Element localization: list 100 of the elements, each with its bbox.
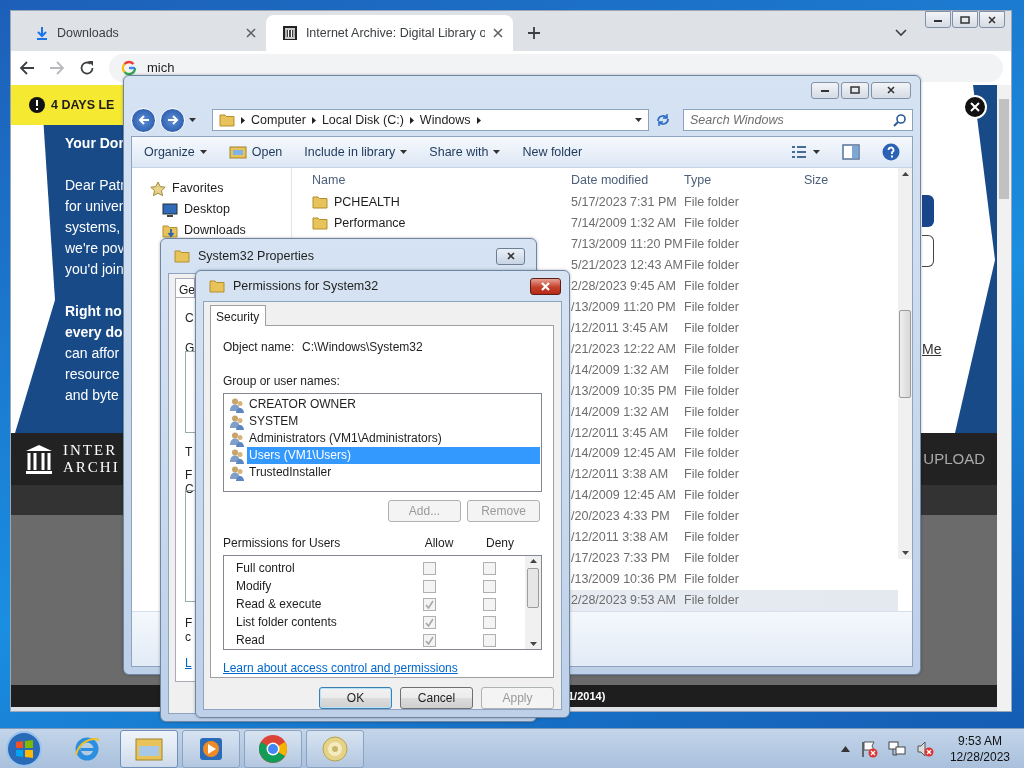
upload-link[interactable]: UPLOAD (923, 447, 985, 471)
archive-logo-text[interactable]: ARCHI (63, 459, 120, 476)
checkbox[interactable] (483, 561, 496, 575)
maximize-button[interactable] (841, 81, 869, 99)
nav-item[interactable]: Favorites (172, 179, 224, 198)
breadcrumb-item[interactable]: Windows (419, 110, 471, 130)
column-header[interactable]: Type (684, 172, 712, 187)
maximize-button[interactable] (952, 11, 978, 28)
file-type: File folder (684, 572, 739, 587)
user-item[interactable]: CREATOR OWNER (247, 396, 540, 413)
checkbox[interactable] (423, 615, 436, 629)
breadcrumb-arrow-icon[interactable] (241, 116, 245, 124)
help-link[interactable]: Learn about access control and permissions (223, 659, 458, 677)
dialog-button[interactable]: OK (319, 687, 392, 709)
file-name[interactable]: Performance (334, 214, 406, 233)
search-box[interactable]: Search Windows (683, 109, 913, 131)
checkbox[interactable] (423, 561, 436, 575)
column-header[interactable]: Date modified (571, 172, 649, 187)
toolbar-button[interactable]: Share with (429, 142, 501, 162)
address-bar[interactable]: Computer Local Disk (C:) Windows (212, 109, 649, 131)
back-icon[interactable] (19, 60, 35, 76)
taskbar-button[interactable] (244, 729, 302, 768)
taskbar-button[interactable] (182, 729, 240, 768)
close-button[interactable] (979, 11, 1005, 28)
maximize-icon (960, 15, 970, 24)
caret-icon[interactable] (635, 118, 642, 122)
column-header[interactable]: Size (804, 172, 829, 187)
donate-button[interactable] (922, 195, 934, 227)
search-icon[interactable] (893, 113, 906, 127)
start-button[interactable] (4, 728, 44, 768)
toolbar-button[interactable]: New folder (522, 142, 583, 162)
breadcrumb-arrow-icon[interactable] (311, 116, 316, 124)
users-icon (229, 430, 245, 447)
preview-pane-icon[interactable] (842, 144, 860, 160)
breadcrumb-item[interactable]: Local Disk (C:) (321, 110, 404, 130)
checkbox[interactable] (423, 579, 436, 593)
help-icon[interactable] (882, 143, 900, 161)
caret-icon[interactable] (189, 118, 196, 122)
forward-button[interactable] (160, 107, 185, 133)
toolbar-button[interactable]: Include in library (304, 142, 408, 162)
scrollbar[interactable] (898, 168, 912, 559)
nav-item[interactable]: Downloads (184, 221, 246, 240)
user-list[interactable]: CREATOR OWNER SYSTEM Administrators (VM1\Administrators) Users (VM1\Users) TrustedInstaller (223, 393, 542, 492)
user-item[interactable]: TrustedInstaller (247, 464, 540, 481)
reload-icon[interactable] (79, 60, 95, 76)
network-icon[interactable] (887, 739, 906, 758)
file-name[interactable]: PCHEALTH (334, 193, 400, 212)
close-tab-icon[interactable] (493, 28, 503, 38)
tab-search-icon[interactable] (895, 29, 907, 37)
checkbox[interactable] (483, 579, 496, 593)
taskbar-button[interactable] (120, 729, 178, 768)
close-button[interactable] (530, 277, 561, 295)
browser-tab[interactable]: Internet Archive: Digital Library o (266, 15, 513, 51)
date-modified: /13/2009 10:36 PM (571, 572, 677, 587)
user-item[interactable]: Administrators (VM1\Administrators) (247, 430, 540, 447)
minimize-button[interactable] (811, 81, 839, 99)
checkbox[interactable] (423, 597, 436, 611)
users-icon (229, 396, 245, 413)
checkbox[interactable] (423, 633, 436, 647)
close-tab-icon[interactable] (246, 28, 256, 38)
toolbar-button[interactable]: Organize (144, 142, 207, 162)
minimize-button[interactable] (925, 11, 951, 28)
nav-item[interactable]: Desktop (184, 200, 230, 219)
clock[interactable]: 9:53 AM 12/28/2023 (949, 732, 1010, 765)
file-type: File folder (684, 383, 739, 398)
new-tab-icon[interactable] (527, 26, 541, 40)
caret-icon[interactable] (813, 150, 820, 154)
scrollbar-thumb[interactable] (527, 567, 539, 608)
checkbox[interactable] (483, 615, 496, 629)
volume-muted-icon[interactable] (915, 739, 934, 758)
show-hidden-icons-icon[interactable] (840, 745, 850, 752)
breadcrumb-arrow-icon[interactable] (409, 116, 414, 124)
remind-link[interactable]: Me (922, 339, 942, 360)
browser-tab[interactable]: Downloads (19, 15, 266, 51)
dialog-tab[interactable]: Ge (175, 278, 195, 297)
action-center-icon[interactable] (859, 739, 878, 758)
toolbar-button[interactable]: Open (228, 142, 283, 162)
dialog-button[interactable]: Cancel (400, 687, 473, 709)
back-button[interactable] (131, 107, 156, 133)
scrollbar[interactable] (997, 85, 1011, 711)
date-modified: /12/2011 3:45 AM (571, 425, 669, 440)
tab-title: Internet Archive: Digital Library o (305, 24, 486, 42)
dialog-tab[interactable]: Security (210, 305, 267, 326)
view-options-icon[interactable] (791, 145, 807, 159)
scrollbar-thumb[interactable] (899, 310, 911, 398)
close-button[interactable] (496, 247, 525, 265)
checkbox[interactable] (483, 597, 496, 611)
scrollbar-thumb[interactable] (999, 99, 1009, 199)
refresh-icon[interactable] (655, 112, 671, 128)
archive-logo-text[interactable]: INTER (63, 442, 118, 459)
scrollbar[interactable] (525, 556, 541, 649)
breadcrumb-arrow-icon[interactable] (476, 116, 481, 124)
checkbox[interactable] (483, 633, 496, 647)
archive-logo-icon[interactable] (25, 444, 53, 474)
link-text[interactable]: L (185, 656, 192, 670)
user-item[interactable]: SYSTEM (247, 413, 540, 430)
column-header[interactable]: Name (312, 170, 346, 190)
field-label: Permissions for Users (223, 535, 342, 552)
breadcrumb-item[interactable]: Computer (251, 110, 306, 130)
amount-button[interactable] (922, 235, 934, 267)
